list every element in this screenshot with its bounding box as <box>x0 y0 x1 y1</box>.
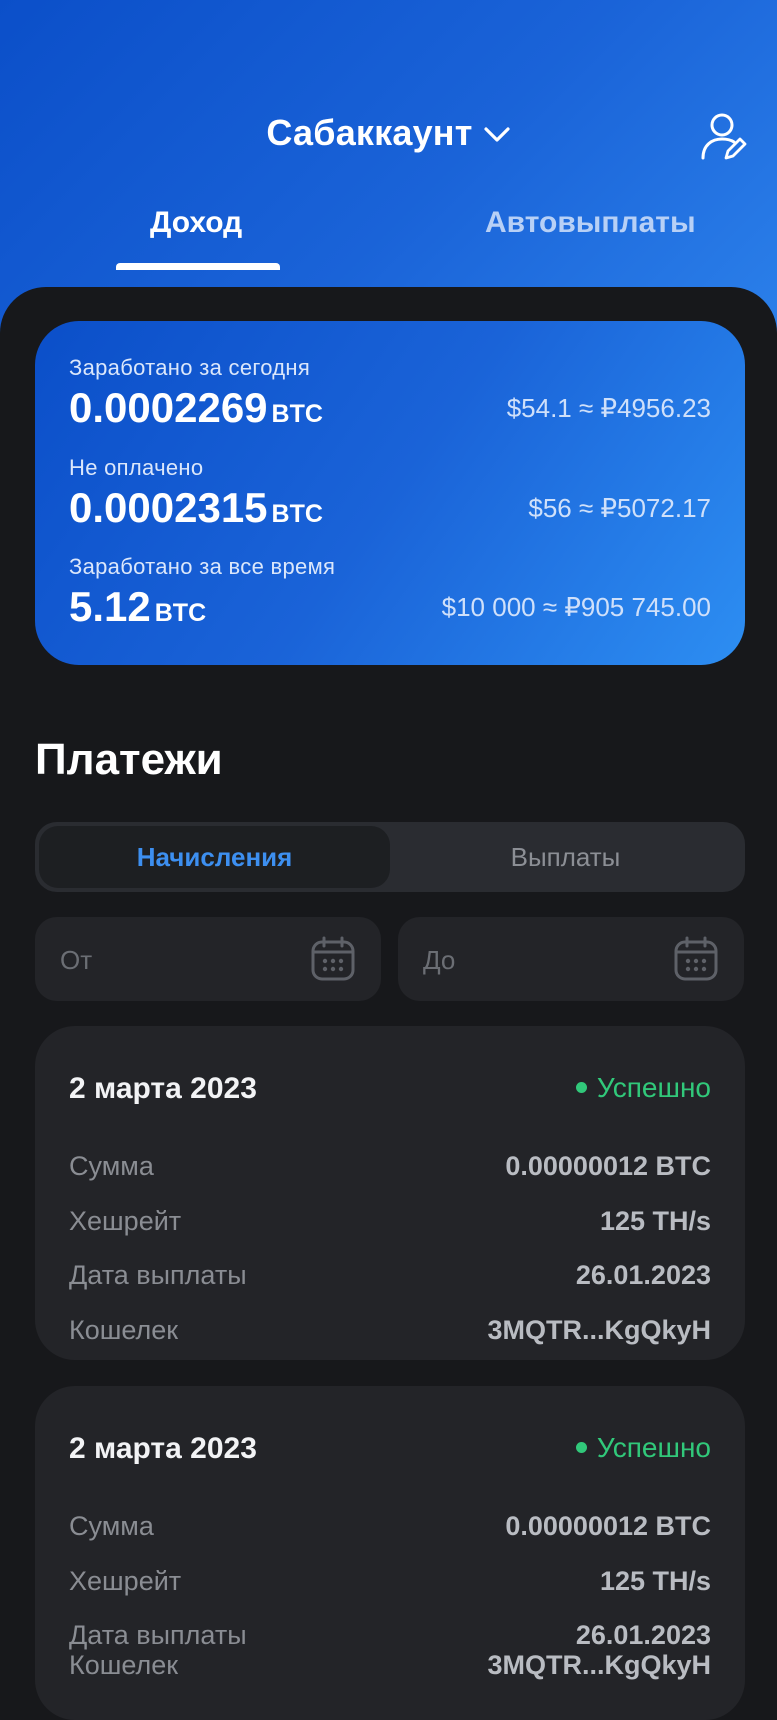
status-dot-icon <box>575 1082 587 1094</box>
row-value: 3MQTR...KgQkyH <box>487 1650 711 1680</box>
payment-row-amount: Сумма 0.00000012 BTC <box>69 1511 711 1547</box>
row-value: 125 TH/s <box>599 1566 711 1596</box>
stat-fiat: $56 ≈ ₽5072.17 <box>528 493 711 523</box>
stat-unit: BTC <box>154 599 207 627</box>
status-dot-icon <box>575 1442 587 1454</box>
stat-fiat: $10 000 ≈ ₽905 745.00 <box>441 592 711 622</box>
payment-row-hashrate: Хешрейт 125 TH/s <box>69 1206 711 1242</box>
payments-segmented-control: Начисления Выплаты <box>35 822 745 892</box>
row-label: Кошелек <box>69 1650 179 1680</box>
calendar-icon[interactable] <box>310 936 356 982</box>
row-label: Сумма <box>69 1151 154 1181</box>
active-tab-indicator <box>116 263 280 270</box>
segment-payouts[interactable]: Выплаты <box>390 826 741 888</box>
stat-earned-today: Заработано за сегодня 0.0002269 BTC $54.1… <box>69 355 711 432</box>
date-from-placeholder: От <box>60 945 93 975</box>
stat-label: Заработано за все время <box>69 554 336 579</box>
row-value: 0.00000012 BTC <box>505 1511 711 1541</box>
account-title: Сабаккаунт <box>266 112 473 153</box>
segment-accruals[interactable]: Начисления <box>39 826 390 888</box>
payment-row-hashrate: Хешрейт 125 TH/s <box>69 1566 711 1602</box>
stat-unit: BTC <box>271 500 323 528</box>
stat-earned-all-time: Заработано за все время 5.12 BTC $10 000 … <box>69 554 711 631</box>
status-badge: Успешно <box>575 1072 711 1104</box>
profile-edit-icon[interactable] <box>700 112 748 162</box>
payment-row-wallet: Кошелек 3MQTR...KgQkyH <box>69 1315 711 1351</box>
stat-amount: 0.0002315 <box>69 484 268 531</box>
date-from-field[interactable]: От <box>35 917 381 1001</box>
payment-row-wallet: Кошелек 3MQTR...KgQkyH <box>69 1650 711 1686</box>
payment-date: 2 марта 2023 <box>69 1432 257 1465</box>
stat-unit: BTC <box>271 400 323 428</box>
stat-amount: 0.0002269 <box>69 384 268 431</box>
row-value: 26.01.2023 <box>575 1620 711 1650</box>
account-selector[interactable]: Сабаккаунт <box>0 112 777 154</box>
row-value: 0.00000012 BTC <box>505 1151 711 1181</box>
earnings-card: Заработано за сегодня 0.0002269 BTC $54.1… <box>35 321 745 665</box>
row-label: Дата выплаты <box>69 1620 247 1650</box>
tab-auto-payouts[interactable]: Автовыплаты <box>485 206 696 240</box>
payment-card[interactable]: 2 марта 2023 Успешно Сумма 0.00000012 BT… <box>35 1026 745 1360</box>
payments-title: Платежи <box>35 735 223 784</box>
payment-row-payout-date: Дата выплаты 26.01.2023 <box>69 1260 711 1296</box>
row-label: Хешрейт <box>69 1206 182 1236</box>
stat-label: Заработано за сегодня <box>69 355 311 380</box>
payment-row-amount: Сумма 0.00000012 BTC <box>69 1151 711 1187</box>
stat-amount: 5.12 <box>69 583 151 630</box>
status-text: Успешно <box>596 1072 711 1103</box>
calendar-icon[interactable] <box>673 936 719 982</box>
row-value: 26.01.2023 <box>575 1260 711 1290</box>
date-to-placeholder: До <box>423 945 456 975</box>
stat-unpaid: Не оплачено 0.0002315 BTC $56 ≈ ₽5072.17 <box>69 455 711 532</box>
row-label: Сумма <box>69 1511 154 1541</box>
payment-date: 2 марта 2023 <box>69 1072 257 1105</box>
date-to-field[interactable]: До <box>398 917 744 1001</box>
chevron-down-icon <box>483 111 511 153</box>
stat-label: Не оплачено <box>69 455 204 480</box>
status-text: Успешно <box>596 1432 711 1463</box>
row-label: Дата выплаты <box>69 1260 247 1290</box>
status-badge: Успешно <box>575 1432 711 1464</box>
row-label: Кошелек <box>69 1315 179 1345</box>
row-label: Хешрейт <box>69 1566 182 1596</box>
row-value: 125 TH/s <box>599 1206 711 1236</box>
stat-fiat: $54.1 ≈ ₽4956.23 <box>506 393 711 423</box>
tab-income[interactable]: Доход <box>150 206 242 240</box>
payment-card[interactable]: 2 марта 2023 Успешно Сумма 0.00000012 BT… <box>35 1386 745 1720</box>
row-value: 3MQTR...KgQkyH <box>487 1315 711 1345</box>
